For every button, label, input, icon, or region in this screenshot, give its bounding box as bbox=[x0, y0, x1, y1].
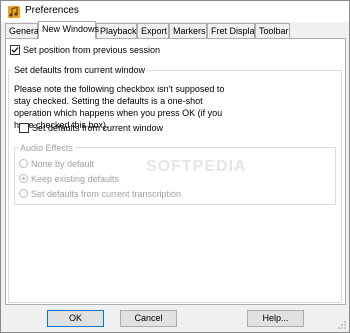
ok-button[interactable]: OK bbox=[47, 310, 104, 327]
radio-keep-label: Keep existing defaults bbox=[31, 174, 120, 184]
tab-export[interactable]: Export bbox=[137, 23, 169, 38]
tab-new-windows[interactable]: New Windows bbox=[38, 21, 99, 39]
title-bar: Preferences bbox=[1, 1, 349, 22]
tab-toolbar[interactable]: Toolbar bbox=[255, 23, 290, 38]
audio-effects-title: Audio Effects bbox=[18, 143, 75, 153]
radio-none-by-default[interactable] bbox=[19, 159, 28, 168]
defaults-group-title: Set defaults from current window bbox=[12, 65, 148, 75]
tab-general[interactable]: General bbox=[5, 23, 41, 38]
window-title: Preferences bbox=[25, 5, 79, 16]
radio-transcription-label: Set defaults from current transcription bbox=[31, 189, 182, 199]
radio-set-from-transcription[interactable] bbox=[19, 189, 28, 198]
set-defaults-checkbox[interactable] bbox=[19, 123, 29, 133]
tab-markers[interactable]: Markers bbox=[169, 23, 207, 38]
set-defaults-label: Set defaults from current window bbox=[32, 123, 164, 133]
tab-playback[interactable]: Playback bbox=[96, 23, 137, 38]
cancel-button[interactable]: Cancel bbox=[120, 310, 177, 327]
softpedia-watermark: SOFTPEDIA bbox=[146, 158, 247, 175]
music-note-icon bbox=[7, 5, 21, 19]
help-button[interactable]: Help... bbox=[247, 310, 304, 327]
radio-keep-existing[interactable] bbox=[19, 174, 28, 183]
checkmark-icon bbox=[11, 47, 19, 53]
tab-panel-new-windows: Set position from previous session Set d… bbox=[5, 38, 346, 305]
preferences-window: Preferences General New Windows Playback… bbox=[0, 0, 350, 333]
set-position-checkbox[interactable] bbox=[10, 45, 20, 55]
tab-fret-display[interactable]: Fret Display bbox=[207, 23, 259, 38]
set-position-label: Set position from previous session bbox=[23, 45, 161, 55]
radio-none-label: None by default bbox=[31, 159, 95, 169]
resize-grip-icon[interactable] bbox=[337, 320, 347, 330]
